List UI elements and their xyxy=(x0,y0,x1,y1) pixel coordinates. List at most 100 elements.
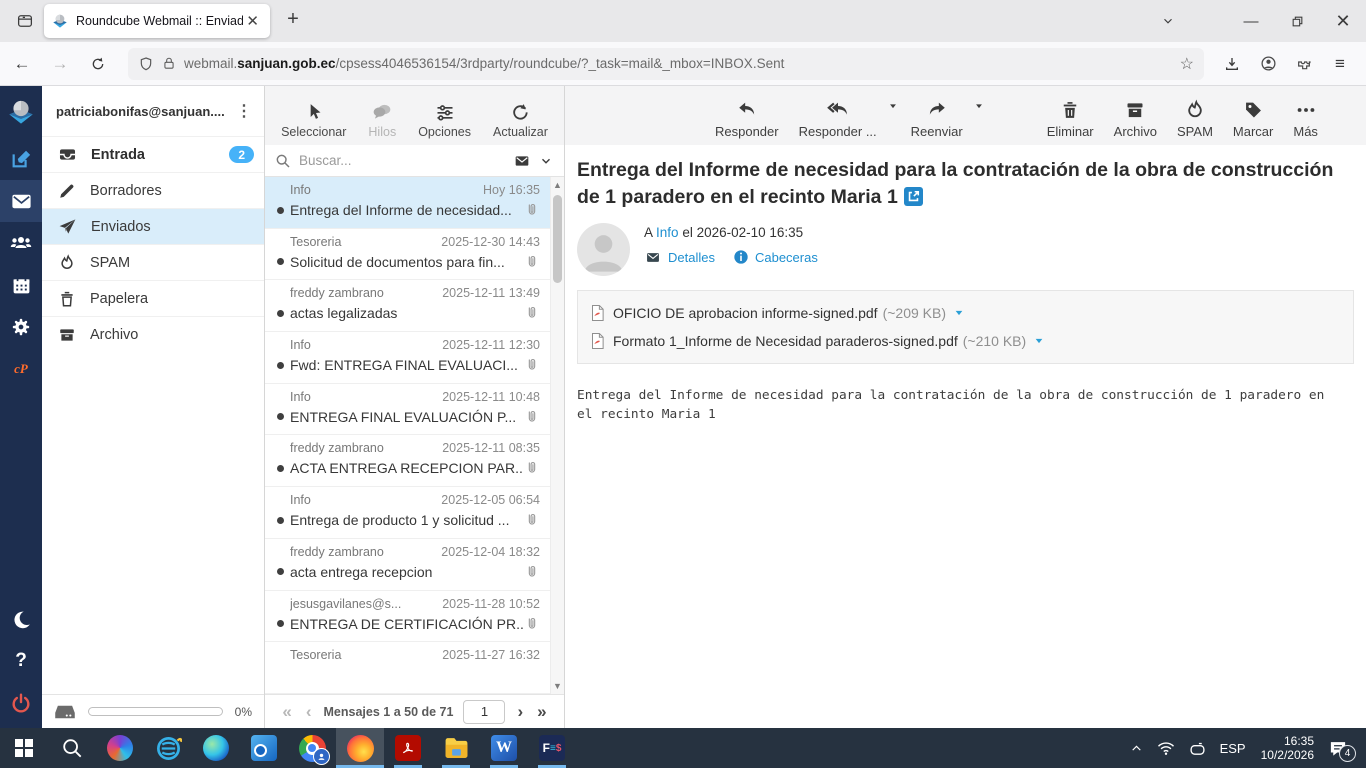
clock[interactable]: 16:35 10/2/2026 xyxy=(1253,734,1322,762)
settings-gear-icon[interactable] xyxy=(0,306,42,348)
recipient-link[interactable]: Info xyxy=(656,225,679,240)
message-row[interactable]: Info 2025-12-11 10:48 ENTREGA FINAL EVALU… xyxy=(265,384,550,436)
taskbar-internet-explorer[interactable] xyxy=(144,728,192,768)
search-scope-mail-icon[interactable] xyxy=(512,153,532,169)
new-tab-button[interactable]: + xyxy=(280,8,306,31)
window-restore-button[interactable] xyxy=(1274,0,1320,42)
notification-center[interactable]: 4 xyxy=(1322,739,1358,762)
attachment-menu-caret-icon[interactable] xyxy=(953,308,965,318)
start-button[interactable] xyxy=(0,728,48,768)
window-close-button[interactable]: ✕ xyxy=(1320,0,1366,42)
more-button[interactable]: Más xyxy=(1293,99,1318,139)
window-minimize-button[interactable]: — xyxy=(1228,0,1274,42)
message-row[interactable]: Info Hoy 16:35 Entrega del Informe de nec… xyxy=(265,177,550,229)
menu-hamburger-icon[interactable]: ≡ xyxy=(1324,48,1356,80)
folder-archive[interactable]: Archivo xyxy=(42,316,264,352)
folder-drafts[interactable]: Borradores xyxy=(42,172,264,208)
folder-spam[interactable]: SPAM xyxy=(42,244,264,280)
account-row[interactable]: patriciabonifas@sanjuan.... ⋮ xyxy=(42,86,264,136)
forward-caret-icon[interactable] xyxy=(973,101,985,111)
reload-button[interactable] xyxy=(82,48,114,80)
message-row[interactable]: Tesoreria 2025-11-27 16:32 xyxy=(265,642,550,694)
taskbar-fes-app[interactable]: F ≡ $ xyxy=(528,728,576,768)
compose-icon[interactable] xyxy=(0,138,42,180)
downloads-icon[interactable] xyxy=(1216,48,1248,80)
scroll-down-icon[interactable]: ▼ xyxy=(551,678,564,694)
folder-inbox[interactable]: Entrada 2 xyxy=(42,136,264,172)
bookmark-star-icon[interactable]: ☆ xyxy=(1180,54,1194,74)
message-row[interactable]: Info 2025-12-11 12:30 Fwd: ENTREGA FINAL … xyxy=(265,332,550,384)
mark-button[interactable]: Marcar xyxy=(1233,99,1273,139)
search-options-chevron-icon[interactable] xyxy=(538,154,554,168)
threads-button[interactable]: Hilos xyxy=(368,102,396,139)
taskbar-chrome[interactable] xyxy=(288,728,336,768)
headers-toggle[interactable]: Cabeceras xyxy=(733,249,818,265)
wifi-icon[interactable] xyxy=(1150,741,1182,756)
reply-button[interactable]: Responder xyxy=(715,99,779,139)
delete-button[interactable]: Eliminar xyxy=(1047,99,1094,139)
reply-all-caret-icon[interactable] xyxy=(887,101,899,111)
details-toggle[interactable]: Detalles xyxy=(644,250,715,265)
archive-button[interactable]: Archivo xyxy=(1114,99,1157,139)
calendar-icon[interactable] xyxy=(0,264,42,306)
taskbar-acrobat[interactable] xyxy=(384,728,432,768)
last-page-button[interactable]: » xyxy=(535,702,548,722)
tray-chevron-up-icon[interactable] xyxy=(1123,742,1150,755)
page-number-input[interactable] xyxy=(463,699,506,724)
firefox-view-icon[interactable] xyxy=(10,6,40,36)
logout-power-icon[interactable] xyxy=(0,682,42,724)
language-indicator[interactable]: ESP xyxy=(1213,741,1253,756)
browser-tab[interactable]: Roundcube Webmail :: Enviados ✕ xyxy=(44,4,270,38)
message-row[interactable]: Tesoreria 2025-12-30 14:43 Solicitud de d… xyxy=(265,229,550,281)
next-page-button[interactable]: › xyxy=(515,702,525,722)
mail-nav-icon[interactable] xyxy=(0,180,42,222)
threads-icon xyxy=(373,104,391,119)
help-icon[interactable]: ? xyxy=(0,640,42,682)
folder-sent[interactable]: Enviados xyxy=(42,208,264,244)
select-button[interactable]: Seleccionar xyxy=(281,102,346,139)
refresh-button[interactable]: Actualizar xyxy=(493,102,548,139)
message-row[interactable]: Info 2025-12-05 06:54 Entrega de producto… xyxy=(265,487,550,539)
contacts-icon[interactable] xyxy=(0,222,42,264)
cpanel-icon[interactable]: cP xyxy=(0,348,42,390)
meet-now-icon[interactable] xyxy=(1182,741,1213,756)
spam-button[interactable]: SPAM xyxy=(1177,99,1213,139)
account-icon[interactable] xyxy=(1252,48,1284,80)
taskbar-edge[interactable] xyxy=(192,728,240,768)
tab-close-icon[interactable]: ✕ xyxy=(243,12,262,30)
url-bar[interactable]: webmail.sanjuan.gob.ec/cpsess4046536154/… xyxy=(128,47,1204,80)
attachment-menu-caret-icon[interactable] xyxy=(1033,336,1045,346)
account-menu-kebab-icon[interactable]: ⋮ xyxy=(232,101,256,121)
tracking-shield-icon[interactable] xyxy=(138,56,154,72)
open-in-new-window-icon[interactable] xyxy=(903,187,923,206)
taskbar-file-explorer[interactable] xyxy=(432,728,480,768)
dark-mode-moon-icon[interactable] xyxy=(0,598,42,640)
message-row[interactable]: freddy zambrano 2025-12-04 18:32 acta ent… xyxy=(265,539,550,591)
reply-all-button[interactable]: Responder ... xyxy=(799,99,877,139)
first-page-button[interactable]: « xyxy=(280,702,293,722)
taskbar-word[interactable]: W xyxy=(480,728,528,768)
forward-button[interactable]: Reenviar xyxy=(911,99,963,139)
message-row[interactable]: freddy zambrano 2025-12-11 13:49 actas le… xyxy=(265,280,550,333)
mail-view-pane: Responder Responder ... Reenviar Elimina… xyxy=(565,86,1366,728)
folder-trash[interactable]: Papelera xyxy=(42,280,264,316)
message-row[interactable]: freddy zambrano 2025-12-11 08:35 ACTA ENT… xyxy=(265,435,550,488)
message-row[interactable]: jesusgavilanes@s... 2025-11-28 10:52 ENTR… xyxy=(265,591,550,643)
scroll-up-icon[interactable]: ▲ xyxy=(551,177,564,193)
extensions-icon[interactable] xyxy=(1288,48,1320,80)
back-button[interactable]: ← xyxy=(6,48,38,80)
taskbar-copilot[interactable] xyxy=(96,728,144,768)
attachment-item[interactable]: OFICIO DE aprobacion informe-signed.pdf … xyxy=(590,299,1341,327)
taskbar-search[interactable] xyxy=(48,728,96,768)
options-button[interactable]: Opciones xyxy=(418,102,471,139)
scrollbar-thumb[interactable] xyxy=(553,195,562,283)
tab-list-chevron-icon[interactable] xyxy=(1148,0,1188,42)
lock-icon[interactable] xyxy=(162,56,176,71)
taskbar-firefox[interactable] xyxy=(336,728,384,768)
prev-page-button[interactable]: ‹ xyxy=(304,702,314,722)
attachment-item[interactable]: Formato 1_Informe de Necesidad paraderos… xyxy=(590,327,1341,355)
taskbar-outlook[interactable] xyxy=(240,728,288,768)
search-input[interactable] xyxy=(299,153,512,168)
list-scrollbar[interactable]: ▲ ▼ xyxy=(550,177,564,694)
forward-button[interactable]: → xyxy=(44,48,76,80)
